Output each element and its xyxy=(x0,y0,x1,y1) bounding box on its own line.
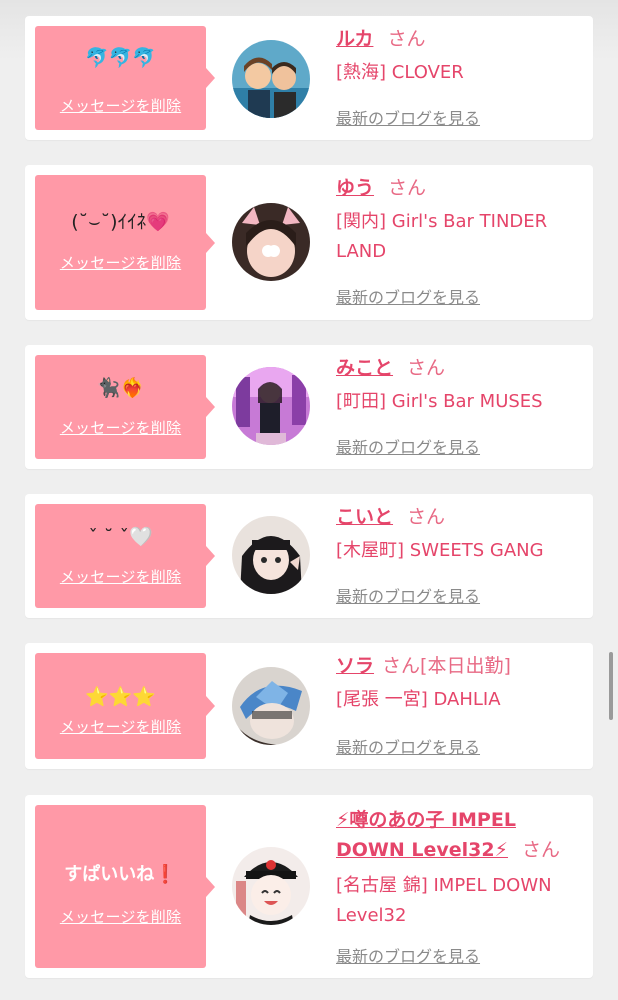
status-badge: [本日出勤] xyxy=(420,655,511,677)
view-blog-link[interactable]: 最新のブログを見る xyxy=(336,943,480,967)
list-item: (˘⌣˘)ｲｲﾈ💗 メッセージを削除 ゆう さん [関内] Girl's Bar … xyxy=(25,165,593,320)
message-text: すぱいいね❗ xyxy=(64,864,177,885)
honorific: さん xyxy=(387,28,426,50)
user-name-link[interactable]: みこと xyxy=(336,357,393,379)
avatar[interactable] xyxy=(232,667,310,745)
shop-name: [尾張 一宮] DAHLIA xyxy=(336,689,501,710)
delete-message-link[interactable]: メッセージを削除 xyxy=(35,252,206,273)
delete-message-link[interactable]: メッセージを削除 xyxy=(35,906,206,927)
list-item: すぱいいね❗ メッセージを削除 ⚡噂のあの子 IMPEL DOWN Level3… xyxy=(25,795,593,978)
view-blog-link[interactable]: 最新のブログを見る xyxy=(336,105,480,129)
entry-info: みこと さん [町田] Girl's Bar MUSES xyxy=(336,355,586,417)
message-text: 🐬🐬🐬 xyxy=(85,47,156,69)
honorific: さん xyxy=(521,839,560,861)
shop-name: [名古屋 錦] IMPEL DOWN Level32 xyxy=(336,875,552,926)
list-item: 🐬🐬🐬 メッセージを削除 ルカ さん [熱海] CLOVER 最新のブログを見る xyxy=(25,16,593,140)
message-text: ˇ ˘ ˇ🤍 xyxy=(88,526,153,548)
avatar-photo-icon xyxy=(232,847,310,925)
honorific: さん xyxy=(407,506,446,528)
entry-info: こいと さん [木屋町] SWEETS GANG xyxy=(336,504,586,566)
avatar[interactable] xyxy=(232,203,310,281)
name-line: みこと さん xyxy=(336,355,586,381)
honorific: さん xyxy=(407,357,446,379)
user-name-link[interactable]: ルカ xyxy=(336,28,373,50)
message-bubble: (˘⌣˘)ｲｲﾈ💗 メッセージを削除 xyxy=(35,175,215,310)
list-item: 🐈‍⬛❤️‍🔥 メッセージを削除 みこと さん [町田] Girl's Bar M… xyxy=(25,345,593,469)
list-item: ⭐⭐⭐ メッセージを削除 ソラ さん[本日出勤] [尾張 一宮] DAHLIA 最… xyxy=(25,643,593,769)
name-line: こいと さん xyxy=(336,504,586,530)
delete-message-link[interactable]: メッセージを削除 xyxy=(35,716,206,737)
honorific: さん xyxy=(382,655,421,677)
user-name-link[interactable]: こいと xyxy=(336,506,393,528)
view-blog-link[interactable]: 最新のブログを見る xyxy=(336,284,480,308)
shop-name: [町田] Girl's Bar MUSES xyxy=(336,391,543,412)
message-bubble: 🐬🐬🐬 メッセージを削除 xyxy=(35,26,215,130)
name-line: ⚡噂のあの子 IMPEL DOWN Level32⚡ さん xyxy=(336,805,581,865)
list-item: ˇ ˘ ˇ🤍 メッセージを削除 こいと さん [木屋町] SWEETS GANG … xyxy=(25,494,593,618)
shop-name: [熱海] CLOVER xyxy=(336,62,464,83)
view-blog-link[interactable]: 最新のブログを見る xyxy=(336,734,480,758)
avatar-photo-icon xyxy=(232,367,310,445)
message-text: 🐈‍⬛❤️‍🔥 xyxy=(96,377,145,399)
message-bubble: ˇ ˘ ˇ🤍 メッセージを削除 xyxy=(35,504,215,608)
avatar-photo-icon xyxy=(232,516,310,594)
message-list: 🐬🐬🐬 メッセージを削除 ルカさん [熱海] CLOVER 最新のブログを見る xyxy=(0,0,618,1000)
view-blog-link[interactable]: 最新のブログを見る xyxy=(336,583,480,607)
entry-info: ゆう さん [関内] Girl's Bar TINDER LAND xyxy=(336,175,586,267)
avatar-photo-icon xyxy=(232,40,310,118)
name-line: ソラ さん[本日出勤] xyxy=(336,653,586,679)
delete-message-link[interactable]: メッセージを削除 xyxy=(35,95,206,116)
shop-name: [木屋町] SWEETS GANG xyxy=(336,540,544,561)
entry-info: ⚡噂のあの子 IMPEL DOWN Level32⚡ さん [名古屋 錦] IMP… xyxy=(336,805,581,931)
avatar[interactable] xyxy=(232,40,310,118)
avatar[interactable] xyxy=(232,847,310,925)
avatar[interactable] xyxy=(232,367,310,445)
avatar-photo-icon xyxy=(232,203,310,281)
name-line: ゆう さん xyxy=(336,175,586,201)
message-bubble: ⭐⭐⭐ メッセージを削除 xyxy=(35,653,215,759)
entry-info: ルカ さん [熱海] CLOVER xyxy=(336,26,586,88)
view-blog-link[interactable]: 最新のブログを見る xyxy=(336,434,480,458)
entry-info: ソラ さん[本日出勤] [尾張 一宮] DAHLIA xyxy=(336,653,586,715)
avatar[interactable] xyxy=(232,516,310,594)
message-bubble: 🐈‍⬛❤️‍🔥 メッセージを削除 xyxy=(35,355,215,459)
user-name-link[interactable]: ゆう xyxy=(336,177,374,199)
delete-message-link[interactable]: メッセージを削除 xyxy=(35,417,206,438)
scrollbar[interactable] xyxy=(609,652,613,720)
shop-name: [関内] Girl's Bar TINDER LAND xyxy=(336,211,548,262)
message-text: ⭐⭐⭐ xyxy=(85,686,156,708)
message-bubble: すぱいいね❗ メッセージを削除 xyxy=(35,805,215,968)
message-text: (˘⌣˘)ｲｲﾈ💗 xyxy=(71,211,170,233)
user-name-link[interactable]: ⚡噂のあの子 IMPEL DOWN Level32⚡ xyxy=(336,809,516,861)
honorific: さん xyxy=(388,177,427,199)
name-line: ルカ さん xyxy=(336,26,586,52)
delete-message-link[interactable]: メッセージを削除 xyxy=(35,566,206,587)
user-name-link[interactable]: ソラ xyxy=(336,655,374,677)
avatar-photo-icon xyxy=(232,667,310,745)
